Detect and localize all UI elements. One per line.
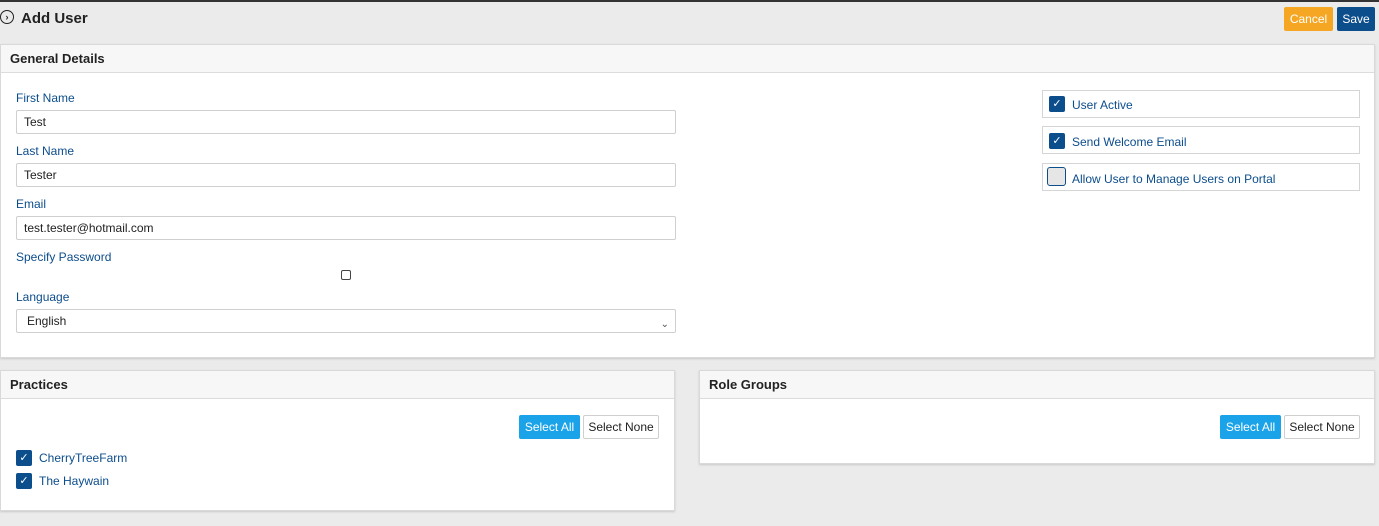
manage-users-checkbox[interactable] — [1047, 167, 1066, 186]
language-selected-value: English — [27, 314, 67, 328]
roles-select-none-button[interactable]: Select None — [1284, 415, 1360, 439]
language-label: Language — [16, 290, 70, 304]
check-icon[interactable]: ✓ — [1049, 96, 1065, 112]
page-title: Add User — [21, 10, 88, 27]
cancel-button[interactable]: Cancel — [1284, 7, 1333, 31]
practice-label: The Haywain — [39, 474, 110, 488]
first-name-label: First Name — [16, 91, 75, 105]
general-details-heading: General Details — [1, 45, 1374, 73]
check-icon[interactable]: ✓ — [16, 473, 32, 489]
roles-select-all-button[interactable]: Select All — [1220, 415, 1281, 439]
specify-password-checkbox[interactable] — [341, 270, 351, 280]
top-bar: › Add User Cancel Save — [0, 0, 1379, 36]
role-groups-panel: Role Groups Select All Select None — [699, 370, 1375, 464]
circle-chevron-right-icon[interactable]: › — [0, 10, 14, 24]
specify-password-label: Specify Password — [16, 250, 112, 264]
last-name-field[interactable] — [16, 163, 676, 187]
role-groups-heading: Role Groups — [700, 371, 1374, 399]
chevron-down-icon: ⌄ — [660, 319, 669, 330]
first-name-field[interactable] — [16, 110, 676, 134]
practices-heading: Practices — [1, 371, 674, 399]
check-icon[interactable]: ✓ — [16, 450, 32, 466]
last-name-label: Last Name — [16, 144, 75, 158]
general-details-panel: General Details First Name Last Name Ema… — [0, 44, 1375, 358]
practices-select-none-button[interactable]: Select None — [583, 415, 659, 439]
check-icon[interactable]: ✓ — [1049, 133, 1065, 149]
practices-panel: Practices Select All Select None ✓ Cherr… — [0, 370, 675, 511]
send-welcome-email-option[interactable]: ✓ Send Welcome Email — [1042, 126, 1360, 154]
user-active-option[interactable]: ✓ User Active — [1042, 90, 1360, 118]
manage-users-option[interactable]: Allow User to Manage Users on Portal — [1042, 163, 1360, 191]
practices-select-all-button[interactable]: Select All — [519, 415, 580, 439]
manage-users-label: Allow User to Manage Users on Portal — [1072, 172, 1276, 186]
email-label: Email — [16, 197, 47, 211]
send-welcome-email-label: Send Welcome Email — [1072, 135, 1187, 149]
save-button[interactable]: Save — [1337, 7, 1375, 31]
user-active-label: User Active — [1072, 98, 1133, 112]
language-select[interactable]: English ⌄ — [16, 309, 676, 333]
email-field[interactable] — [16, 216, 676, 240]
practice-label: CherryTreeFarm — [39, 451, 128, 465]
